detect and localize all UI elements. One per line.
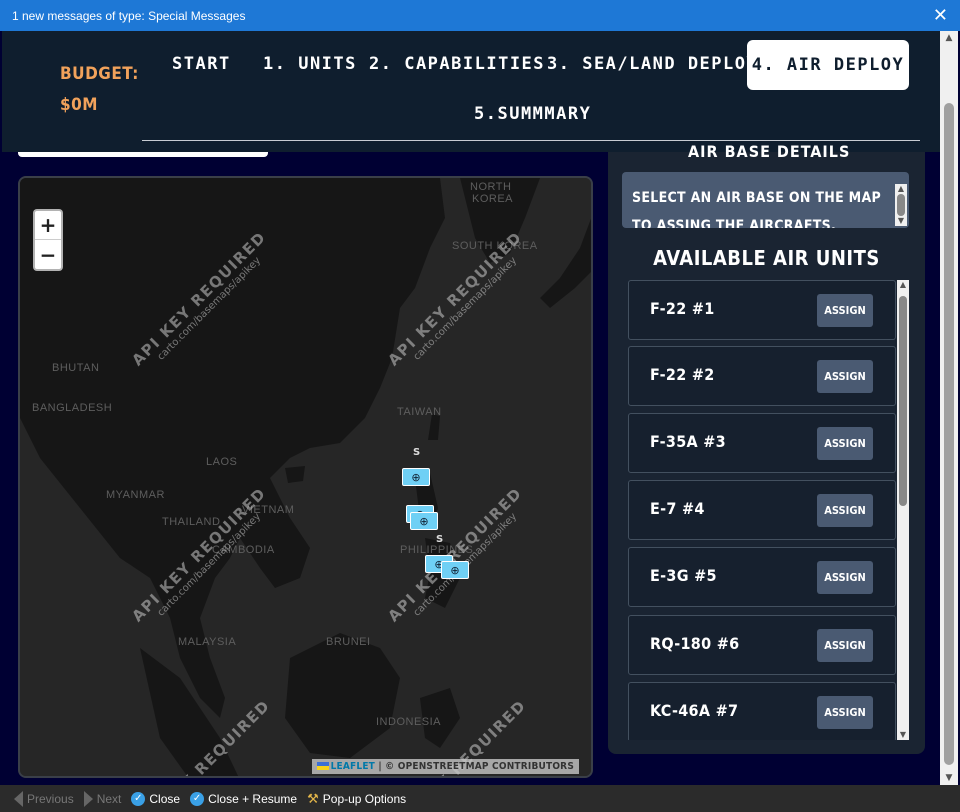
air-base-letter: S	[413, 447, 421, 458]
map-label-indonesia: INDONESIA	[376, 716, 442, 728]
window-title: 1 new messages of type: Special Messages	[12, 8, 246, 23]
air-units-list: F-22 #1 ASSIGN F-22 #2 ASSIGN F-35A #3 A…	[628, 280, 896, 740]
assign-button[interactable]: ASSIGN	[817, 494, 873, 527]
zoom-out-button[interactable]: −	[35, 240, 61, 269]
partial-input[interactable]	[18, 152, 268, 157]
assign-button[interactable]: ASSIGN	[817, 561, 873, 594]
check-circle-icon: ✓	[131, 791, 146, 806]
map[interactable]: + − NORTH KOREA SOUTH KOREA BHUTAN BANGL…	[18, 176, 593, 778]
list-item: F-22 #2 ASSIGN	[628, 346, 896, 406]
list-item: E-7 #4 ASSIGN	[628, 480, 896, 540]
tab-sea-land-deploy[interactable]: 3. SEA/LAND DEPLOY	[547, 54, 758, 74]
unit-name: F-22 #1	[650, 299, 715, 318]
page-scrollbar[interactable]: ▲ ▼	[940, 31, 958, 785]
unit-name: RQ-180 #6	[650, 634, 740, 653]
list-item: KC-46A #7 ASSIGN	[628, 682, 896, 740]
budget-display: BUDGET: $0M	[60, 59, 139, 121]
air-base-marker[interactable]: ⊕	[410, 512, 438, 530]
map-label-thailand: THAILAND	[162, 516, 221, 528]
assign-button[interactable]: ASSIGN	[817, 360, 873, 393]
map-label-korea: KOREA	[472, 193, 514, 205]
units-scrollbar[interactable]: ▲ ▼	[897, 280, 909, 740]
available-air-units-title: AVAILABLE AIR UNITS	[653, 246, 880, 270]
popup-options-button[interactable]: ⚒ Pop-up Options	[307, 791, 406, 807]
map-label-malaysia: MALAYSIA	[178, 636, 237, 648]
next-icon	[83, 790, 93, 807]
previous-icon	[14, 790, 23, 807]
leaflet-link[interactable]: LEAFLET	[331, 761, 375, 772]
unit-name: F-22 #2	[650, 365, 715, 384]
map-label-bhutan: BHUTAN	[52, 362, 100, 374]
map-label-myanmar: MYANMAR	[106, 489, 165, 501]
budget-label: BUDGET:	[60, 64, 139, 84]
unit-name: E-7 #4	[650, 499, 705, 518]
list-item: F-22 #1 ASSIGN	[628, 280, 896, 340]
unit-name: KC-46A #7	[650, 701, 739, 720]
unit-name: E-3G #5	[650, 566, 717, 585]
next-label: Next	[96, 791, 122, 806]
previous-label: Previous	[27, 791, 74, 806]
close-resume-label: Close + Resume	[208, 791, 298, 806]
popup-options-label: Pop-up Options	[322, 791, 407, 806]
osm-link[interactable]: OPENSTREETMAP CONTRIBUTORS	[398, 761, 574, 772]
close-button[interactable]: ✓ Close	[131, 791, 181, 806]
assign-button[interactable]: ASSIGN	[817, 294, 873, 327]
list-item: F-35A #3 ASSIGN	[628, 413, 896, 473]
tab-air-deploy[interactable]: 4. AIR DEPLOY	[747, 40, 909, 90]
assign-button[interactable]: ASSIGN	[817, 427, 873, 460]
air-base-letter: S	[436, 534, 444, 545]
air-base-info-text: SELECT AN AIR BASE ON THE MAP TO ASSING …	[632, 190, 882, 228]
ukraine-flag-icon	[316, 762, 329, 770]
zoom-control: + −	[33, 209, 63, 271]
budget-value: $0M	[60, 95, 99, 115]
air-base-marker[interactable]: ⊕	[402, 468, 430, 486]
header: BUDGET: $0M START 1. UNITS 2. CAPABILITI…	[2, 31, 940, 152]
assign-button[interactable]: ASSIGN	[817, 696, 873, 729]
unit-name: F-35A #3	[650, 432, 726, 451]
air-base-info-box: SELECT AN AIR BASE ON THE MAP TO ASSING …	[622, 172, 909, 228]
zoom-in-button[interactable]: +	[35, 211, 61, 240]
attribution-separator: | ©	[375, 761, 398, 772]
list-item: RQ-180 #6 ASSIGN	[628, 615, 896, 675]
map-label-brunei: BRUNEI	[326, 636, 371, 648]
map-label-north: NORTH	[470, 181, 512, 193]
check-circle-icon: ✓	[190, 791, 205, 806]
assign-button[interactable]: ASSIGN	[817, 629, 873, 662]
close-label: Close	[149, 791, 181, 806]
map-label-taiwan: TAIWAN	[397, 406, 442, 418]
tools-icon: ⚒	[307, 790, 319, 806]
popup-bottom-bar: Previous Next ✓ Close ✓ Close + Resume ⚒…	[0, 785, 960, 812]
previous-button[interactable]: Previous	[14, 790, 74, 807]
close-resume-button[interactable]: ✓ Close + Resume	[190, 791, 298, 806]
close-icon[interactable]: ✕	[933, 5, 948, 25]
tab-capabilities[interactable]: 2. CAPABILITIES	[369, 54, 545, 74]
map-label-bangladesh: BANGLADESH	[32, 402, 113, 414]
air-base-marker[interactable]: ⊕	[441, 561, 469, 579]
tab-summary[interactable]: 5.SUMMMARY	[474, 104, 591, 124]
air-deploy-panel: AIR BASE DETAILS SELECT AN AIR BASE ON T…	[608, 142, 925, 754]
tab-start[interactable]: START	[172, 54, 231, 74]
next-button[interactable]: Next	[83, 790, 122, 807]
air-base-details-heading: AIR BASE DETAILS	[688, 142, 851, 161]
map-attribution: LEAFLET | © OPENSTREETMAP CONTRIBUTORS	[311, 759, 579, 774]
list-item: E-3G #5 ASSIGN	[628, 547, 896, 607]
info-scrollbar[interactable]: ▲ ▼	[895, 184, 907, 226]
window-title-bar: 1 new messages of type: Special Messages…	[0, 0, 960, 31]
map-label-laos: LAOS	[206, 456, 238, 468]
nav-divider	[142, 140, 920, 141]
tab-units[interactable]: 1. UNITS	[263, 54, 357, 74]
